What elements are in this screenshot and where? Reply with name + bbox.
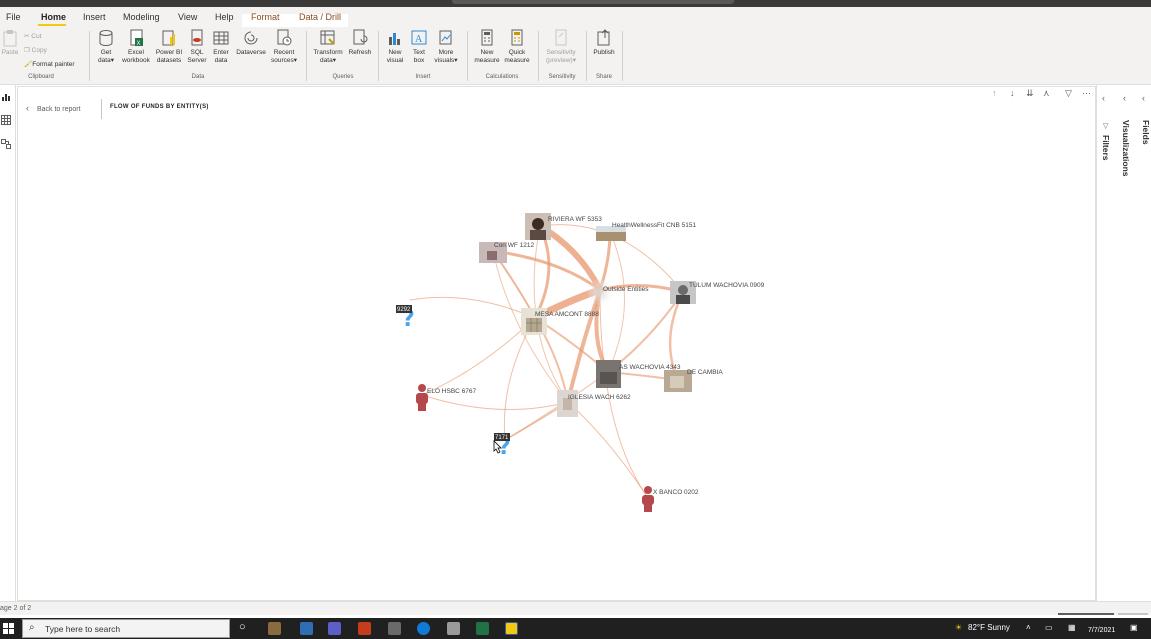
node-label-con: Con WF 1212 bbox=[494, 242, 534, 249]
person-icon bbox=[418, 384, 426, 392]
node-label-q1: 9292 bbox=[397, 307, 411, 313]
node-banco[interactable]: X BANCO 0202 bbox=[642, 486, 699, 512]
node-label-cambia: DE CAMBIA bbox=[687, 369, 723, 376]
taskbar-search-placeholder: Type here to search bbox=[45, 624, 121, 634]
zoom-slider[interactable] bbox=[1118, 613, 1148, 615]
edge bbox=[567, 401, 649, 499]
chevron-up-icon[interactable]: ˄ bbox=[1026, 623, 1031, 632]
notification-icon[interactable]: ▣ bbox=[1130, 623, 1138, 632]
edge-icon[interactable] bbox=[417, 622, 430, 635]
app-icon[interactable] bbox=[388, 622, 401, 635]
edge bbox=[566, 288, 602, 404]
network-graph[interactable]: Outside Entities RIVIERA WF 5353 HealthW… bbox=[0, 0, 1151, 639]
node-label-tulum: TULUM WACHOVIA 0909 bbox=[689, 282, 765, 289]
tray-icon[interactable]: ▦ bbox=[1068, 623, 1076, 632]
node-tulum[interactable]: TULUM WACHOVIA 0909 bbox=[670, 281, 765, 304]
powerpoint-icon[interactable] bbox=[358, 622, 371, 635]
taskbar-search-box[interactable]: ⌕ Type here to search bbox=[22, 619, 230, 638]
person-icon bbox=[644, 486, 652, 494]
node-label-q2: 7171 bbox=[495, 435, 509, 441]
node-label-outside: Outside Entities bbox=[603, 286, 649, 293]
node-iglesia[interactable]: IGLESIA WACH 6262 bbox=[557, 390, 631, 417]
node-health[interactable]: HealthWellnessFit CNB 5151 bbox=[596, 222, 696, 241]
node-elo[interactable]: ELO HSBC 6767 bbox=[416, 384, 477, 411]
windows-taskbar: ⌕ Type here to search ○ ☀ 82°F Sunny ˄ ▭… bbox=[0, 618, 1151, 639]
edge bbox=[421, 394, 569, 410]
page-indicator: age 2 of 2 bbox=[0, 605, 32, 612]
app-icon[interactable] bbox=[447, 622, 460, 635]
node-label-as: AS WACHOVIA 4343 bbox=[619, 364, 681, 371]
tray-icon[interactable]: ▭ bbox=[1045, 623, 1053, 632]
file-explorer-icon[interactable] bbox=[268, 622, 281, 635]
node-label-elo: ELO HSBC 6767 bbox=[427, 388, 477, 395]
node-label-mesa: MESA AMCONT 8888 bbox=[535, 311, 599, 318]
weather-icon: ☀ bbox=[955, 623, 963, 632]
graph-edges bbox=[409, 223, 685, 499]
mail-icon[interactable] bbox=[300, 622, 313, 635]
excel-app-icon[interactable] bbox=[476, 622, 489, 635]
node-unknown-1[interactable]: ? 9292 bbox=[396, 305, 415, 332]
weather-text[interactable]: 82°F Sunny bbox=[968, 623, 1010, 632]
node-cambia[interactable]: DE CAMBIA bbox=[664, 369, 723, 392]
node-label-health: HealthWellnessFit CNB 5151 bbox=[612, 222, 696, 229]
search-icon: ⌕ bbox=[29, 622, 35, 633]
teams-icon[interactable] bbox=[328, 622, 341, 635]
node-riviera[interactable]: RIVIERA WF 5353 bbox=[525, 213, 602, 240]
node-label-riviera: RIVIERA WF 5353 bbox=[548, 216, 602, 223]
page-scrollbar[interactable] bbox=[1058, 613, 1114, 615]
edge bbox=[607, 231, 625, 373]
node-label-iglesia: IGLESIA WACH 6262 bbox=[568, 394, 631, 401]
node-label-banco: X BANCO 0202 bbox=[653, 489, 699, 496]
edge bbox=[409, 296, 536, 319]
windows-start-icon[interactable] bbox=[3, 623, 14, 634]
status-bar: age 2 of 2 bbox=[0, 601, 1151, 615]
edge bbox=[503, 317, 536, 441]
edge bbox=[421, 317, 536, 396]
node-con[interactable]: Con WF 1212 bbox=[479, 242, 534, 263]
powerbi-app-icon[interactable] bbox=[505, 622, 518, 635]
clock-date: 7/7/2021 bbox=[1088, 627, 1116, 634]
cortana-icon[interactable]: ○ bbox=[239, 621, 246, 633]
